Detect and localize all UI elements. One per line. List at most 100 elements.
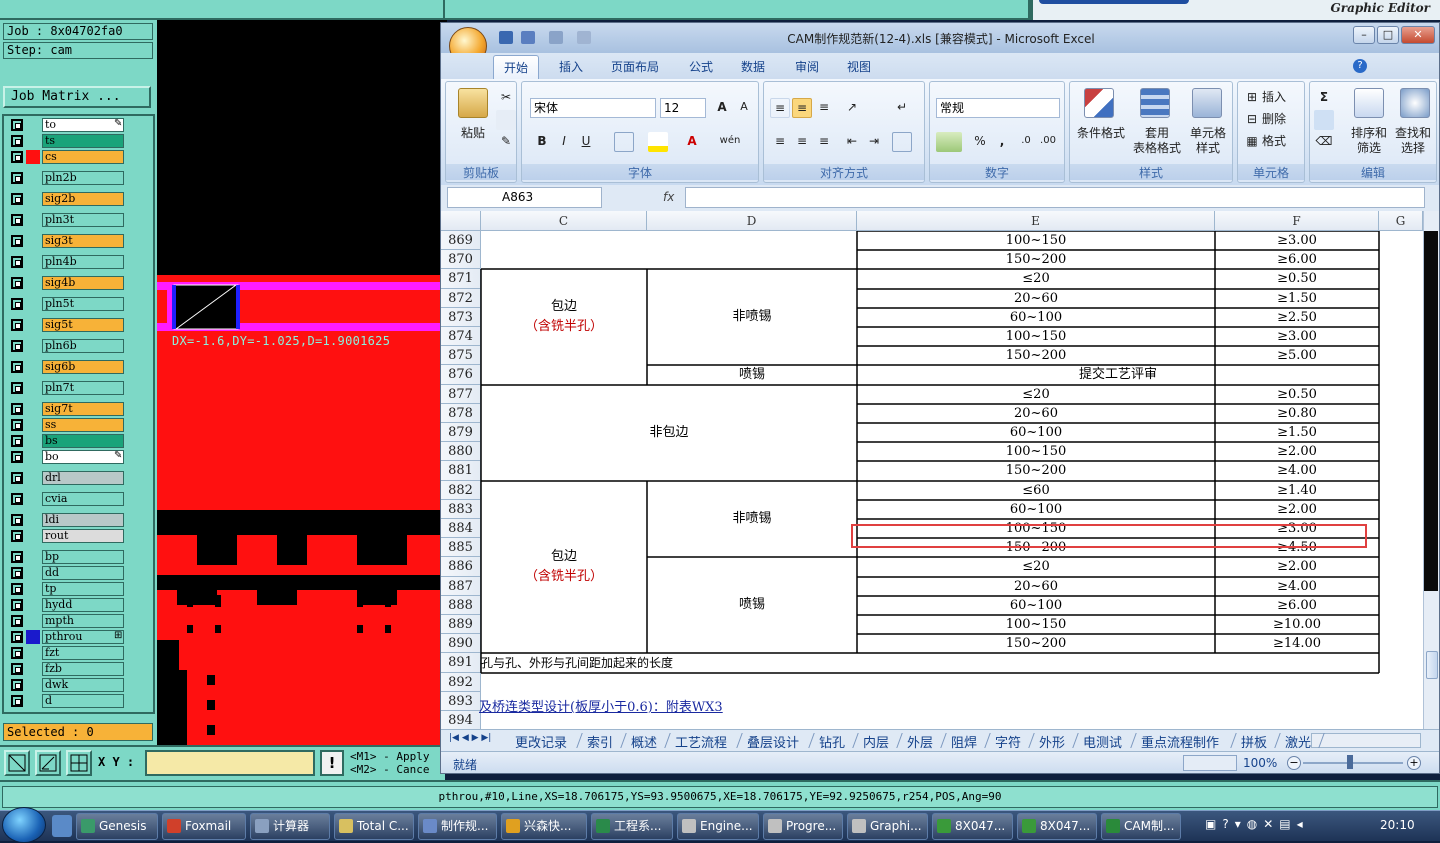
snap-tool-button[interactable] xyxy=(66,750,92,776)
layer-name[interactable]: bo xyxy=(42,450,124,464)
layer-row[interactable]: fzb xyxy=(8,662,153,676)
layer-row[interactable]: pln3t xyxy=(8,213,153,227)
layer-name[interactable]: pln2b xyxy=(42,171,124,185)
delete-button[interactable]: 删除 xyxy=(1262,112,1302,127)
layer-row[interactable]: pln5t xyxy=(8,297,153,311)
layer-checkbox[interactable] xyxy=(11,172,23,184)
layer-row[interactable]: ts xyxy=(8,134,153,148)
percent-button[interactable]: % xyxy=(970,132,990,152)
taskbar-item[interactable]: 兴森快... xyxy=(501,813,587,840)
layer-name[interactable]: hydd xyxy=(42,598,124,612)
layer-row[interactable]: pln2b xyxy=(8,171,153,185)
formula-input[interactable] xyxy=(685,187,1425,208)
copy-icon[interactable] xyxy=(496,110,516,130)
layer-name[interactable]: drl xyxy=(42,471,124,485)
start-button[interactable] xyxy=(2,807,46,843)
layer-row[interactable]: drl xyxy=(8,471,153,485)
layer-checkbox[interactable] xyxy=(11,631,23,643)
layer-checkbox[interactable] xyxy=(11,119,23,131)
layer-row[interactable]: bp xyxy=(8,550,153,564)
layer-name[interactable]: fzb xyxy=(42,662,124,676)
layer-checkbox[interactable] xyxy=(11,419,23,431)
italic-button[interactable]: I xyxy=(554,132,574,152)
layer-row[interactable]: ldi xyxy=(8,513,153,527)
zoom-tool-button[interactable] xyxy=(4,750,30,776)
layer-row[interactable]: d xyxy=(8,694,153,708)
layer-checkbox[interactable] xyxy=(11,615,23,627)
sheet-tab[interactable]: 更改记录 xyxy=(515,732,567,751)
layer-checkbox[interactable] xyxy=(11,403,23,415)
wrap-text-icon[interactable]: ↵ xyxy=(892,98,912,118)
layer-name[interactable]: pln6b xyxy=(42,339,124,353)
grow-font-button[interactable]: A xyxy=(712,98,732,118)
layer-checkbox[interactable] xyxy=(11,382,23,394)
underline-button[interactable]: U xyxy=(576,132,596,152)
layer-name[interactable]: ss xyxy=(42,418,124,432)
layer-row[interactable]: pln7t xyxy=(8,381,153,395)
view-buttons[interactable] xyxy=(1183,755,1237,771)
layer-row[interactable]: bs xyxy=(8,434,153,448)
layer-name[interactable]: ldi xyxy=(42,513,124,527)
insert-function-button[interactable]: fx xyxy=(663,190,674,204)
layer-row[interactable]: dd xyxy=(8,566,153,580)
maximize-button[interactable]: □ xyxy=(1377,26,1399,44)
layer-row[interactable]: fzt xyxy=(8,646,153,660)
taskbar-item[interactable]: Graphi... xyxy=(847,813,928,840)
sheet-tab[interactable]: 重点流程制作 xyxy=(1141,732,1219,751)
layer-checkbox[interactable] xyxy=(11,135,23,147)
format-as-table-button[interactable]: 套用 表格格式 xyxy=(1126,126,1188,156)
align-left-icon[interactable]: ≡ xyxy=(770,132,790,152)
layer-name[interactable]: rout xyxy=(42,529,124,543)
layer-checkbox[interactable] xyxy=(11,583,23,595)
align-right-icon[interactable]: ≡ xyxy=(814,132,834,152)
layer-name[interactable]: sig2b xyxy=(42,192,124,206)
layer-row[interactable]: sig2b xyxy=(8,192,153,206)
taskbar-item[interactable]: CAM制... xyxy=(1101,813,1181,840)
merge-center-icon[interactable] xyxy=(892,132,912,152)
taskbar-item[interactable]: 计算器 xyxy=(250,813,330,840)
layer-row[interactable]: bo ✎ xyxy=(8,450,153,464)
layer-row[interactable]: sig7t xyxy=(8,402,153,416)
help-icon[interactable]: ? xyxy=(1353,59,1367,73)
layer-name[interactable]: sig7t xyxy=(42,402,124,416)
cell-style-button[interactable]: 单元格 样式 xyxy=(1184,126,1232,156)
layer-row[interactable]: sig5t xyxy=(8,318,153,332)
layer-name[interactable]: sig5t xyxy=(42,318,124,332)
layer-name[interactable]: sig4b xyxy=(42,276,124,290)
layer-checkbox[interactable] xyxy=(11,193,23,205)
layer-name[interactable]: mpth xyxy=(42,614,124,628)
column-header[interactable]: G xyxy=(1379,211,1423,231)
layer-checkbox[interactable] xyxy=(11,435,23,447)
layer-name[interactable]: dd xyxy=(42,566,124,580)
column-header[interactable]: E xyxy=(857,211,1215,231)
zoom-in-icon[interactable]: + xyxy=(1407,756,1421,770)
borders-button[interactable] xyxy=(614,132,634,152)
layer-checkbox[interactable] xyxy=(11,514,23,526)
column-header[interactable]: D xyxy=(647,211,857,231)
select-all-corner[interactable] xyxy=(441,211,481,231)
layer-checkbox[interactable] xyxy=(11,361,23,373)
layer-checkbox[interactable] xyxy=(11,214,23,226)
taskbar-item[interactable]: Foxmail xyxy=(162,813,246,840)
layer-checkbox[interactable] xyxy=(11,151,23,163)
taskbar-item[interactable]: 8X047... xyxy=(1017,813,1097,840)
layer-checkbox[interactable] xyxy=(11,298,23,310)
accounting-format-icon[interactable] xyxy=(936,132,962,152)
increase-decimal-icon[interactable]: .0 xyxy=(1016,132,1036,152)
layer-name[interactable]: sig6b xyxy=(42,360,124,374)
layer-checkbox[interactable] xyxy=(11,647,23,659)
fill-icon[interactable] xyxy=(1314,110,1334,130)
sheet-tab[interactable]: 字符 xyxy=(995,732,1021,751)
layer-checkbox[interactable] xyxy=(11,530,23,542)
increase-indent-icon[interactable]: ⇥ xyxy=(864,132,884,152)
layer-name[interactable]: ts xyxy=(42,134,124,148)
layer-row[interactable]: sig4b xyxy=(8,276,153,290)
insert-button[interactable]: 插入 xyxy=(1262,90,1302,105)
tab-3[interactable]: 公式 xyxy=(689,58,713,75)
system-tray[interactable]: ▣?▾◍✕▤◂ xyxy=(1205,817,1373,835)
layer-row[interactable]: mpth xyxy=(8,614,153,628)
tab-6[interactable]: 视图 xyxy=(847,58,871,75)
sheet-tab[interactable]: 外层 xyxy=(907,732,933,751)
layer-name[interactable]: sig3t xyxy=(42,234,124,248)
alert-button[interactable]: ! xyxy=(320,750,344,776)
